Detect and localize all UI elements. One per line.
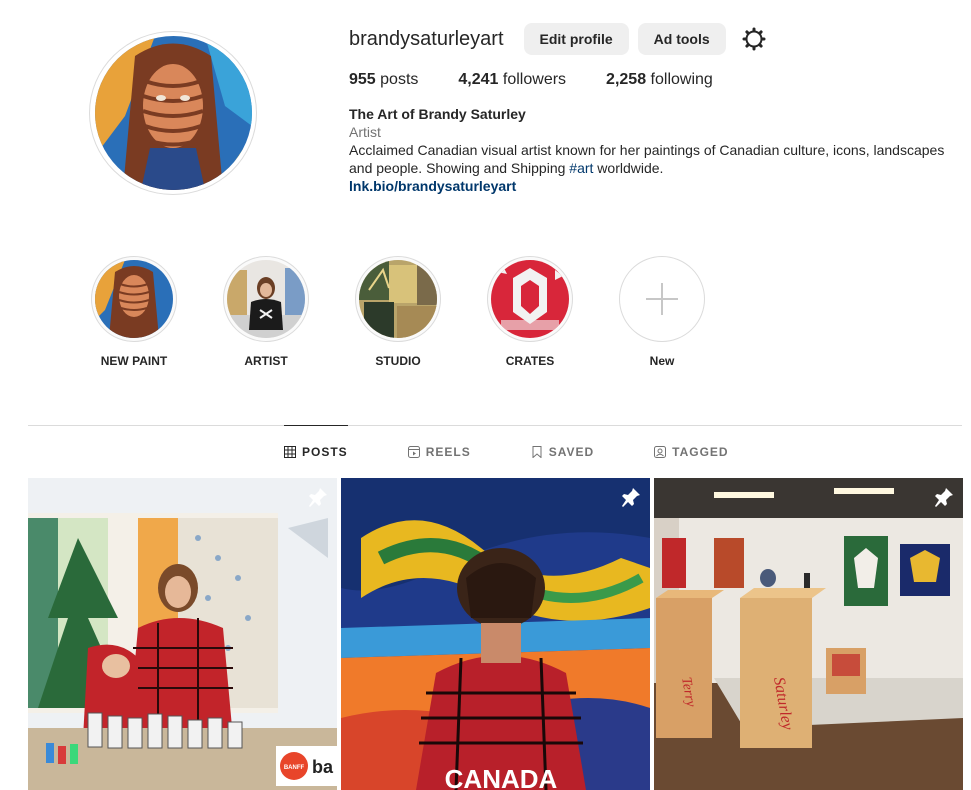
tab-posts[interactable]: POSTS	[284, 425, 348, 478]
post-image: BANFF ba	[28, 478, 337, 790]
profile-actions-row: brandysaturleyart Edit profile Ad tools	[349, 22, 959, 56]
bio-text: Acclaimed Canadian visual artist known f…	[349, 141, 949, 177]
edit-profile-button[interactable]: Edit profile	[523, 23, 629, 55]
highlight-cover	[227, 260, 305, 338]
post-thumbnail[interactable]: Terry Saturley	[654, 478, 963, 790]
highlight-label: STUDIO	[375, 354, 421, 368]
posts-grid: BANFF ba CANADA Terry Saturley	[28, 478, 967, 790]
highlight-new-button[interactable]: New	[596, 256, 728, 368]
post-overlay-text: ba	[312, 757, 334, 777]
bio-hashtag-link[interactable]: #art	[569, 160, 593, 176]
followers-stat[interactable]: 4,241 followers	[458, 71, 566, 89]
bio-link[interactable]: lnk.bio/brandysaturleyart	[349, 177, 959, 195]
post-image: CANADA	[341, 478, 650, 790]
followers-count: 4,241	[458, 71, 499, 88]
ad-tools-button[interactable]: Ad tools	[637, 23, 726, 55]
post-thumbnail[interactable]: BANFF ba	[28, 478, 337, 790]
tab-label: TAGGED	[672, 444, 729, 459]
following-stat[interactable]: 2,258 following	[606, 71, 713, 89]
posts-label: posts	[380, 71, 419, 88]
tab-reels[interactable]: REELS	[407, 425, 471, 478]
highlight-ring	[487, 256, 573, 342]
highlight-label: New	[649, 354, 675, 368]
highlight-ring	[223, 256, 309, 342]
profile-page: brandysaturleyart Edit profile Ad tools	[0, 0, 971, 790]
highlight-crates[interactable]: CRATES	[464, 256, 596, 368]
highlight-label: ARTIST	[244, 354, 288, 368]
highlight-cover	[491, 260, 569, 338]
tagged-icon	[654, 445, 667, 458]
highlight-ring	[619, 256, 705, 342]
username: brandysaturleyart	[349, 27, 504, 50]
highlight-studio[interactable]: STUDIO	[332, 256, 464, 368]
highlight-cover	[359, 260, 437, 338]
display-name: The Art of Brandy Saturley	[349, 106, 526, 122]
tab-label: POSTS	[302, 445, 348, 459]
highlight-new-paint[interactable]: NEW PAINT	[68, 256, 200, 368]
posts-count: 955	[349, 71, 376, 88]
pin-icon	[307, 486, 329, 508]
profile-bio: The Art of Brandy Saturley Artist Acclai…	[349, 105, 959, 195]
settings-gear-icon[interactable]	[741, 26, 767, 52]
profile-header: brandysaturleyart Edit profile Ad tools	[349, 22, 959, 195]
pin-icon	[933, 486, 955, 508]
followers-label: followers	[502, 71, 567, 88]
following-count: 2,258	[606, 71, 647, 88]
post-image: Terry Saturley	[654, 478, 963, 790]
tab-tagged[interactable]: TAGGED	[654, 425, 728, 478]
highlight-cover	[95, 260, 173, 338]
tab-saved[interactable]: SAVED	[531, 425, 594, 478]
plus-icon	[646, 283, 678, 315]
story-highlights: NEW PAINT ARTIST STUDIO CRATES New	[68, 256, 728, 368]
svg-text:BANFF: BANFF	[284, 765, 305, 771]
bookmark-icon	[531, 445, 543, 458]
post-thumbnail[interactable]: CANADA	[341, 478, 650, 790]
bio-text-end: worldwide.	[593, 160, 664, 176]
posts-stat: 955 posts	[349, 71, 418, 89]
tab-label: REELS	[425, 444, 471, 459]
grid-icon	[284, 446, 296, 458]
profile-avatar[interactable]	[95, 36, 252, 190]
highlight-label: NEW PAINT	[100, 354, 168, 368]
following-label: following	[650, 71, 713, 88]
highlight-artist[interactable]: ARTIST	[200, 256, 332, 368]
profile-category: Artist	[349, 124, 381, 140]
profile-tabs: POSTS REELS SAVED TAGGED	[284, 425, 789, 478]
highlight-ring	[355, 256, 441, 342]
profile-stats: 955 posts 4,241 followers 2,258 followin…	[349, 71, 959, 89]
pin-icon	[620, 486, 642, 508]
tab-label: SAVED	[548, 444, 595, 459]
reels-icon	[407, 445, 420, 458]
post-overlay-text: CANADA	[445, 764, 558, 790]
highlight-ring	[91, 256, 177, 342]
highlight-label: CRATES	[505, 354, 555, 368]
